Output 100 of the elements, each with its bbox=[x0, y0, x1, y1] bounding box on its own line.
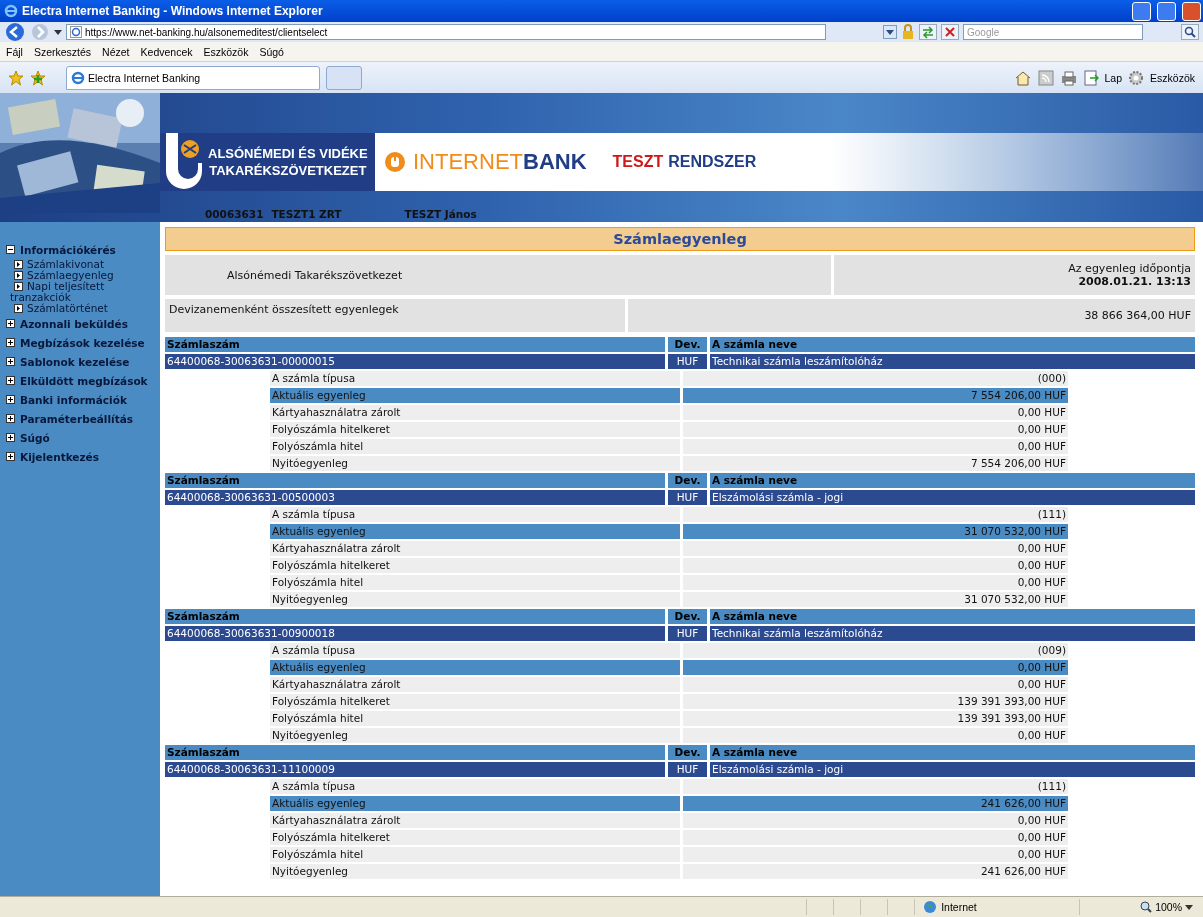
detail-label: A számla típusa bbox=[270, 371, 680, 386]
expand-icon[interactable] bbox=[6, 319, 15, 328]
detail-label: A számla típusa bbox=[270, 507, 680, 522]
detail-value: 0,00 HUF bbox=[683, 847, 1068, 862]
search-icon[interactable] bbox=[1181, 24, 1199, 40]
sidebar-item[interactable]: Információkérés bbox=[20, 243, 116, 256]
page-menu[interactable]: Lap bbox=[1104, 71, 1123, 84]
sidebar-subitem[interactable]: Számlaegyenleg bbox=[6, 270, 160, 281]
account-number: 64400068-30063631-00900018 bbox=[165, 626, 665, 641]
minimize-button[interactable] bbox=[1132, 1, 1151, 21]
arrow-icon bbox=[14, 282, 23, 291]
detail-label: Aktuális egyenleg bbox=[270, 524, 680, 539]
add-favorite-icon[interactable] bbox=[30, 69, 46, 86]
collapse-icon[interactable] bbox=[6, 245, 15, 254]
balance-time-label: Az egyenleg időpontja bbox=[1068, 262, 1191, 275]
window-title: Electra Internet Banking - Windows Internet Explorer bbox=[22, 4, 323, 18]
refresh-button[interactable] bbox=[919, 24, 937, 40]
detail-value: 0,00 HUF bbox=[683, 830, 1068, 845]
detail-value: 0,00 HUF bbox=[683, 813, 1068, 828]
close-button[interactable] bbox=[1182, 1, 1201, 21]
detail-value: 241 626,00 HUF bbox=[683, 796, 1068, 811]
detail-value: 0,00 HUF bbox=[683, 677, 1068, 692]
detail-label: A számla típusa bbox=[270, 643, 680, 658]
sidebar-subitem[interactable]: Számlakivonat bbox=[6, 259, 160, 270]
account-name: Elszámolási számla - jogi bbox=[710, 490, 1195, 505]
printer-icon[interactable] bbox=[1059, 69, 1078, 86]
menu-item[interactable]: Kedvencek bbox=[140, 45, 193, 58]
sidebar-item[interactable]: Súgó bbox=[20, 431, 50, 444]
column-header: A számla neve bbox=[710, 337, 1195, 352]
arrow-icon bbox=[14, 260, 23, 269]
maximize-button[interactable] bbox=[1157, 1, 1176, 21]
column-header: Dev. bbox=[668, 473, 707, 488]
detail-label: Kártyahasználatra zárolt bbox=[270, 541, 680, 556]
detail-label: Nyitóegyenleg bbox=[270, 592, 680, 607]
expand-icon[interactable] bbox=[6, 452, 15, 461]
currency-cell: HUF bbox=[668, 762, 707, 777]
column-header: Dev. bbox=[668, 745, 707, 760]
sidebar-item[interactable]: Megbízások kezelése bbox=[20, 336, 145, 349]
sidebar-item[interactable]: Sablonok kezelése bbox=[20, 355, 130, 368]
account-number: 64400068-30063631-00500003 bbox=[165, 490, 665, 505]
gear-icon[interactable] bbox=[1128, 69, 1145, 86]
detail-value: 241 626,00 HUF bbox=[683, 864, 1068, 879]
page-title: Számlaegyenleg bbox=[165, 227, 1195, 251]
detail-value: 139 391 393,00 HUF bbox=[683, 694, 1068, 709]
client-id: 00063631 bbox=[205, 208, 264, 220]
menu-item[interactable]: Eszközök bbox=[203, 45, 249, 58]
currency-cell: HUF bbox=[668, 354, 707, 369]
sidebar-item[interactable]: Kijelentkezés bbox=[20, 450, 99, 463]
detail-value: 0,00 HUF bbox=[683, 405, 1068, 420]
expand-icon[interactable] bbox=[6, 376, 15, 385]
system-label: TESZT bbox=[612, 153, 664, 171]
detail-label: Folyószámla hitel bbox=[270, 847, 680, 862]
detail-label: Folyószámla hitel bbox=[270, 711, 680, 726]
tools-menu[interactable]: Eszközök bbox=[1150, 71, 1195, 84]
expand-icon[interactable] bbox=[6, 414, 15, 423]
favorites-star-icon[interactable] bbox=[8, 69, 24, 86]
balance-time: 2008.01.21. 13:13 bbox=[1078, 275, 1191, 288]
column-header: A számla neve bbox=[710, 609, 1195, 624]
sidebar-subitem[interactable]: Számlatörténet bbox=[6, 303, 160, 314]
expand-icon[interactable] bbox=[6, 357, 15, 366]
stop-button[interactable] bbox=[941, 24, 959, 40]
detail-value: 7 554 206,00 HUF bbox=[683, 388, 1068, 403]
search-field[interactable]: Google bbox=[963, 24, 1143, 40]
system-label: RENDSZER bbox=[668, 153, 757, 171]
sidebar-item[interactable]: Azonnali beküldés bbox=[20, 317, 128, 330]
browser-tab[interactable]: Electra Internet Banking bbox=[66, 65, 320, 90]
zoom-level[interactable]: 100% bbox=[1155, 901, 1182, 913]
arrow-icon bbox=[14, 271, 23, 280]
detail-label: Folyószámla hitelkeret bbox=[270, 422, 680, 437]
security-zone: Internet bbox=[941, 901, 977, 913]
product-name: BANK bbox=[523, 149, 587, 175]
detail-label: Folyószámla hitelkeret bbox=[270, 830, 680, 845]
detail-value: 0,00 HUF bbox=[683, 660, 1068, 675]
detail-value: 0,00 HUF bbox=[683, 439, 1068, 454]
summary-value: 38 866 364,00 HUF bbox=[628, 299, 1195, 332]
detail-label: Folyószámla hitel bbox=[270, 439, 680, 454]
menu-item[interactable]: Fájl bbox=[6, 45, 23, 58]
dropdown-icon[interactable] bbox=[54, 28, 62, 36]
detail-label: Nyitóegyenleg bbox=[270, 456, 680, 471]
dropdown-icon[interactable] bbox=[1185, 903, 1193, 911]
dropdown-button[interactable] bbox=[883, 25, 897, 39]
user-name: TESZT János bbox=[404, 208, 477, 220]
sidebar-subitem[interactable]: Napi teljesített tranzakciók bbox=[6, 281, 160, 303]
mouse-logo-icon bbox=[383, 150, 407, 174]
detail-label: Aktuális egyenleg bbox=[270, 660, 680, 675]
sidebar-item[interactable]: Paraméterbeállítás bbox=[20, 412, 134, 425]
sidebar-item[interactable]: Elküldött megbízások bbox=[20, 374, 148, 387]
menu-item[interactable]: Nézet bbox=[102, 45, 130, 58]
detail-value: 0,00 HUF bbox=[683, 728, 1068, 743]
menu-item[interactable]: Szerkesztés bbox=[33, 45, 92, 58]
expand-icon[interactable] bbox=[6, 338, 15, 347]
sidebar-item[interactable]: Banki információk bbox=[20, 393, 127, 406]
back-button[interactable] bbox=[4, 22, 26, 42]
zoom-icon[interactable] bbox=[1140, 901, 1153, 913]
address-field[interactable]: https://www.net-banking.hu/alsonemeditest/clientselect bbox=[66, 24, 826, 40]
expand-icon[interactable] bbox=[6, 395, 15, 404]
home-icon[interactable] bbox=[1013, 69, 1032, 86]
expand-icon[interactable] bbox=[6, 433, 15, 442]
menu-item[interactable]: Súgó bbox=[259, 45, 284, 58]
detail-label: Nyitóegyenleg bbox=[270, 728, 680, 743]
